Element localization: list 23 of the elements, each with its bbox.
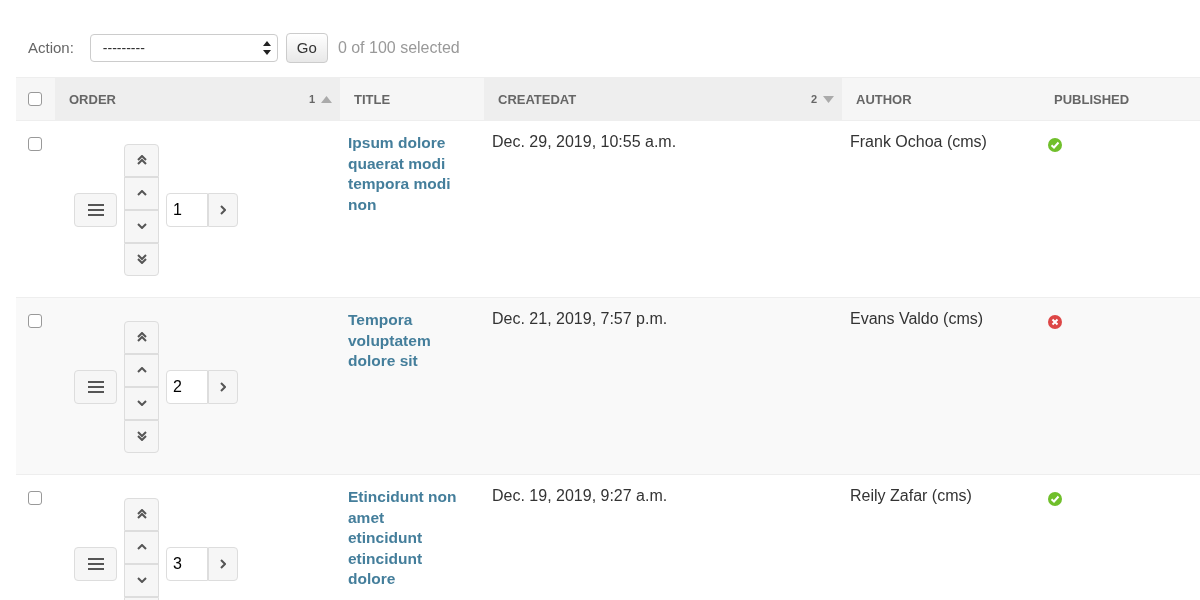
created-date: Dec. 19, 2019, 9:27 a.m.	[492, 487, 668, 504]
order-input[interactable]: 2	[166, 369, 208, 404]
title-link[interactable]: Etincidunt non amet etincidunt etincidunt dolore	[348, 487, 462, 590]
author-name: Evans Valdo (cms)	[850, 310, 984, 327]
column-header[interactable]: PUBLISHED	[1040, 78, 1200, 120]
selection-counter: 0 of 100 selected	[337, 38, 460, 57]
order-input[interactable]: 1	[166, 192, 208, 227]
created-date: Dec. 29, 2019, 10:55 a.m.	[492, 133, 677, 150]
created-date: Dec. 21, 2019, 7:57 p.m.	[492, 310, 668, 327]
column-header[interactable]: AUTHOR	[842, 78, 1040, 120]
author-name: Reily Zafar (cms)	[850, 487, 972, 504]
sort-priority: 2	[810, 93, 817, 105]
sort-priority: 1	[308, 93, 315, 105]
action-select[interactable]: ---------	[89, 33, 278, 62]
author-name: Frank Ochoa (cms)	[850, 133, 987, 150]
go-button[interactable]: Go	[285, 32, 328, 63]
title-link[interactable]: Ipsum dolore quaerat modi tempora modi non	[348, 133, 462, 215]
order-input[interactable]: 3	[166, 546, 208, 581]
title-link[interactable]: Tempora voluptatem dolore sit	[348, 310, 462, 372]
column-header[interactable]: TITLE	[340, 78, 484, 120]
action-label: Action:	[28, 39, 74, 56]
column-header[interactable]: CREATEDAT 2	[484, 78, 842, 120]
column-header[interactable]: ORDER 1	[55, 78, 340, 120]
